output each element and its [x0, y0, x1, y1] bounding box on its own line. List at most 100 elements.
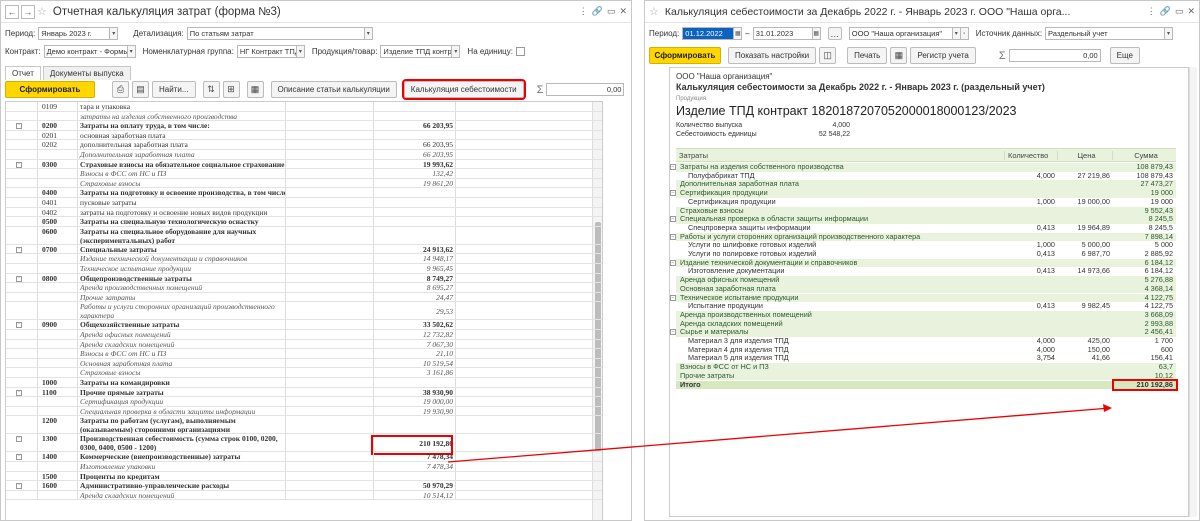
back-arrow-icon[interactable]: ← [5, 4, 19, 19]
table-row[interactable]: Сертификация продукции 1,000 19 000,00 19 0… [676, 197, 1176, 207]
find-button[interactable]: Найти... [152, 81, 196, 98]
more-button[interactable]: Еще [1109, 47, 1140, 64]
table-row[interactable]: 1000 Затраты на командировки [6, 378, 602, 388]
table-row[interactable]: Страховые взносы 19 861,20 [6, 178, 602, 189]
period-field[interactable]: Январь 2023 г. [38, 27, 111, 40]
more-menu-icon[interactable]: ⋮ [1147, 6, 1156, 17]
collapse-icon[interactable]: − [16, 483, 22, 490]
table-row[interactable]: 0401 пусковые затраты [6, 198, 602, 208]
table-row[interactable]: Специальная проверка в области защиты ин… [6, 406, 602, 417]
detail-dropdown-icon[interactable]: ▾ [363, 27, 373, 40]
print-icon[interactable]: ⎙ [112, 81, 129, 98]
collapse-icon[interactable]: − [670, 259, 676, 266]
table-row[interactable]: Страховые взносы 3 161,86 [6, 368, 602, 378]
table-row[interactable]: Взносы в ФСС от НС и ПЗ 132,42 [6, 169, 602, 179]
register-button[interactable]: Регистр учета [910, 47, 976, 64]
date-to-field[interactable]: 31.01.2023 [752, 27, 813, 40]
table-row[interactable]: Спецпроверка защиты информации 0,413 19 96… [676, 223, 1176, 233]
source-field[interactable]: Раздельный учет [1045, 27, 1166, 40]
generate-button[interactable]: Сформировать [5, 81, 95, 98]
table-row[interactable]: Аренда офисных помещений 5 276,88 [676, 275, 1176, 285]
nomgroup-dropdown-icon[interactable]: ▾ [295, 45, 305, 58]
table-row[interactable]: Изготовление упаковки 7 478,34 [6, 462, 602, 472]
print-button[interactable]: Печать [847, 47, 888, 64]
table-row[interactable]: 0202 дополнительная заработная плата 66 20… [6, 140, 602, 150]
close-icon[interactable]: ✕ [1187, 6, 1195, 17]
table-row[interactable]: Испытание продукции 0,413 9 982,45 4 122,75 [676, 302, 1176, 311]
table-row[interactable]: − 1600 Административно-управленческие расх… [6, 481, 602, 491]
table-row[interactable]: Изготовление документации 0,413 14 973,66 6… [676, 267, 1176, 276]
calendar-to-icon[interactable]: ▦ [811, 27, 821, 40]
table-row[interactable]: Прочие затраты 24,47 [6, 292, 602, 303]
period-choose-icon[interactable]: … [827, 27, 842, 40]
table-row[interactable]: Издание технической документации и справ… [6, 254, 602, 264]
table-row[interactable]: Прочие затраты 10,12 [676, 371, 1176, 381]
contract-dropdown-icon[interactable]: ▾ [126, 45, 136, 58]
table-row[interactable]: − 0700 Специальные затраты 24 913,62 [6, 244, 602, 255]
table-row[interactable]: − 0800 Общепроизводственные затраты 8 749,2… [6, 273, 602, 284]
collapse-icon[interactable]: − [16, 123, 22, 130]
table-row[interactable]: Полуфабрикат ТПД 4,000 27 219,86 108 879,43 [676, 171, 1176, 181]
table-row[interactable]: − 1300 Производственная себестоимость (сум… [6, 434, 602, 453]
show-settings-button[interactable]: Показать настройки [728, 47, 817, 64]
collapse-icon[interactable]: − [16, 275, 22, 282]
link-icon[interactable]: 🔗 [592, 6, 603, 17]
table-row[interactable]: Дополнительная заработная плата 27 473,27 [676, 180, 1176, 190]
collapse-icon[interactable]: − [670, 329, 676, 336]
source-dropdown-icon[interactable]: ▾ [1164, 27, 1174, 40]
collapse-icon[interactable]: − [16, 161, 22, 168]
table-row[interactable]: Страховые взносы 9 552,43 [676, 206, 1176, 216]
table-row[interactable]: Аренда складских помещений 10 514,12 [6, 490, 602, 501]
product-dropdown-icon[interactable]: ▾ [451, 45, 461, 58]
collapse-icon[interactable]: − [670, 164, 676, 170]
product-field[interactable]: Изделие ТПД контракт [380, 45, 453, 58]
table-row[interactable]: 1200 Затраты по работам (услугам), выполн… [6, 416, 602, 435]
table-row[interactable]: − 0300 Страховые взносы на обязательное со… [6, 159, 602, 170]
table-row[interactable]: 0400 Затраты на подготовку и освоение про… [6, 188, 602, 198]
collapse-icon[interactable]: − [16, 322, 22, 329]
tab-release-docs[interactable]: Документы выпуска [42, 66, 131, 80]
period-dropdown-icon[interactable]: ▾ [109, 27, 119, 40]
collapse-icon[interactable]: − [16, 436, 22, 443]
table-row[interactable]: Аренда производственных помещений 3 668,0… [676, 310, 1176, 320]
table-row[interactable]: Материал 5 для изделия ТПД 3,754 41,66 156,… [676, 354, 1176, 363]
collapse-icon[interactable]: − [670, 216, 676, 223]
table-row[interactable]: Сертификация продукции 19 000,00 [6, 397, 602, 407]
table-row[interactable]: Взносы в ФСС от НС и ПЗ 21,10 [6, 349, 602, 359]
table-row[interactable]: Основная заработная плата 4 368,14 [676, 284, 1176, 294]
close-icon[interactable]: ✕ [619, 6, 627, 17]
total-row[interactable]: Итого 210 192,86 [676, 380, 1176, 390]
collapse-icon[interactable]: − [16, 454, 22, 461]
organization-field[interactable]: ООО "Наша организация" [848, 27, 953, 40]
table-row[interactable]: затраты на изделия собственного производ… [6, 111, 602, 122]
table-row[interactable]: 0500 Затраты на специальную технологическ… [6, 217, 602, 227]
date-from-field[interactable]: 01.12.2022 [682, 27, 735, 40]
expand-icon[interactable]: ⊞ [222, 81, 240, 98]
per-unit-checkbox[interactable] [515, 47, 525, 56]
calendar-from-icon[interactable]: ▦ [733, 27, 743, 40]
favorite-star-icon[interactable]: ☆ [649, 5, 659, 18]
table-row[interactable]: 0201 основная заработная плата [6, 130, 602, 141]
sort-icon[interactable]: ⇅ [202, 81, 220, 98]
save-icon[interactable]: ▦ [890, 47, 908, 64]
table-row[interactable]: − 1400 Коммерческие (внепроизводственные) … [6, 452, 602, 462]
table-row[interactable]: Взносы в ФСС от НС и ПЗ 63,7 [676, 362, 1176, 372]
table-row[interactable]: 0402 затраты на подготовку и освоение нов… [6, 207, 602, 218]
tab-report[interactable]: Отчет [5, 66, 41, 80]
nomgroup-field[interactable]: НГ Контракт ТПД [236, 45, 297, 58]
more-menu-icon[interactable]: ⋮ [579, 6, 588, 17]
save-icon[interactable]: ▦ [246, 81, 264, 98]
link-icon[interactable]: 🔗 [1160, 6, 1171, 17]
table-row[interactable]: Техническое испытание продукции 9 965,45 [6, 264, 602, 274]
table-row[interactable]: − 0900 Общехозяйственные затраты 33 502,62 [6, 320, 602, 330]
collapse-icon[interactable]: − [670, 294, 676, 301]
table-row[interactable]: − 1100 Прочие прямые затраты 38 930,90 [6, 387, 602, 398]
variant-icon[interactable]: ◫ [819, 47, 837, 64]
table-row[interactable]: Дополнительная заработная плата 66 203,95 [6, 150, 602, 160]
minimize-icon[interactable]: ▭ [607, 6, 616, 17]
collapse-icon[interactable]: − [670, 233, 676, 240]
collapse-icon[interactable]: − [16, 389, 22, 396]
minimize-icon[interactable]: ▭ [1175, 6, 1184, 17]
org-open-icon[interactable]: ▫ [959, 27, 969, 40]
table-row[interactable]: Аренда складских помещений 7 067,30 [6, 339, 602, 350]
